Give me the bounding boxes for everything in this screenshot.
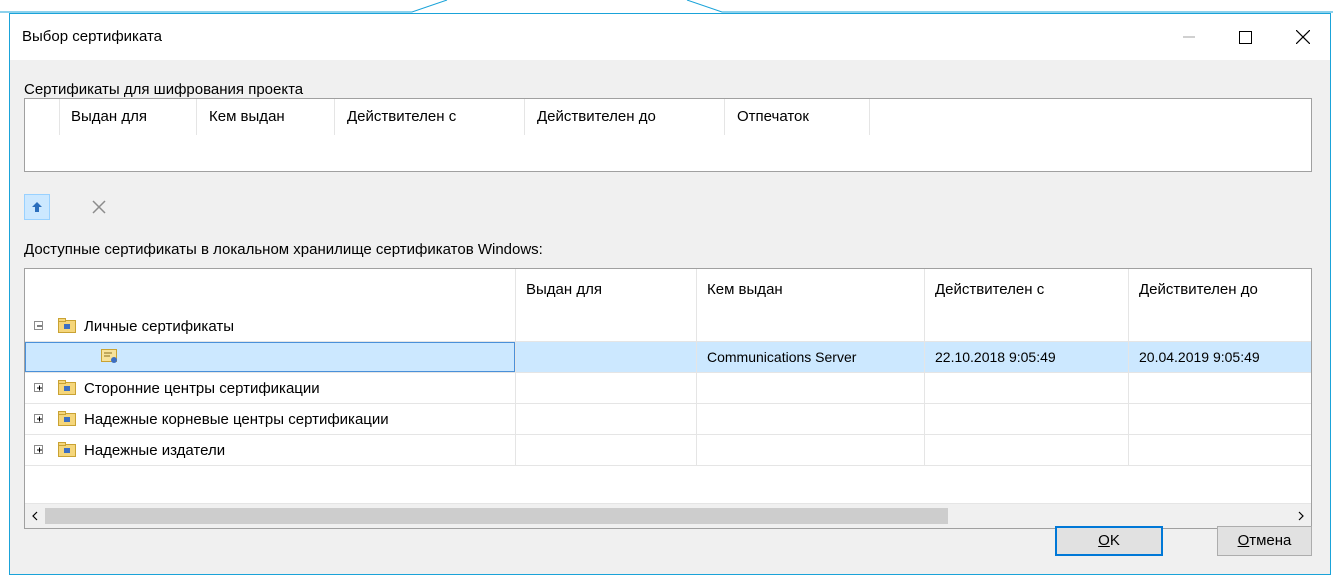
cell-issued-by — [697, 311, 925, 342]
cell-valid-to — [1129, 435, 1311, 466]
ok-label: K — [1109, 532, 1120, 549]
tree-row-third-party-ca[interactable]: Сторонние центры сертификации — [25, 373, 1311, 404]
title-bar: Выбор сертификата — [10, 14, 1330, 60]
cell-issued-to — [516, 404, 697, 435]
close-icon — [1296, 30, 1310, 44]
cell-valid-to: 20.04.2019 9:05:49 — [1129, 342, 1311, 373]
cell-valid-from — [925, 311, 1129, 342]
encryption-section-label: Сертификаты для шифрования проекта — [24, 81, 304, 98]
ok-button[interactable]: OK — [1055, 526, 1163, 556]
arrow-up-icon — [32, 202, 42, 212]
tree-cell: Надежные корневые центры сертификации — [25, 404, 516, 435]
tree-label: Личные сертификаты — [84, 318, 234, 335]
column-header-valid-to[interactable]: Действителен до — [1129, 269, 1311, 311]
column-header-thumbprint[interactable]: Отпечаток — [725, 99, 870, 135]
minimize-icon — [1183, 36, 1195, 38]
remove-button[interactable] — [86, 194, 112, 220]
scroll-right-button[interactable] — [1291, 504, 1311, 528]
cell-valid-to — [1129, 311, 1311, 342]
collapse-icon[interactable] — [34, 321, 43, 330]
tree-row-trusted-publishers[interactable]: Надежные издатели — [25, 435, 1311, 466]
cancel-accelerator: О — [1237, 532, 1250, 549]
column-header-issued-by[interactable]: Кем выдан — [197, 99, 335, 135]
column-header-valid-to[interactable]: Действителен до — [525, 99, 725, 135]
chevron-left-icon — [32, 511, 38, 521]
encryption-certificates-grid[interactable]: Выдан для Кем выдан Действителен с Дейст… — [24, 98, 1312, 172]
tree-cell: Надежные издатели — [25, 435, 516, 466]
horizontal-scrollbar[interactable] — [25, 503, 1311, 528]
tree-label: Надежные корневые центры сертификации — [84, 411, 389, 428]
cell-issued-by: Communications Server — [697, 342, 925, 373]
column-header-valid-from[interactable]: Действителен с — [335, 99, 525, 135]
tree-row-personal[interactable]: Личные сертификаты — [25, 311, 1311, 342]
expand-icon[interactable] — [34, 414, 43, 423]
tree-row-trusted-root-ca[interactable]: Надежные корневые центры сертификации — [25, 404, 1311, 435]
cert-folder-icon — [58, 380, 76, 395]
grid-header-spacer — [25, 99, 60, 135]
cell-valid-from: 22.10.2018 9:05:49 — [925, 342, 1129, 373]
cell-issued-by — [697, 435, 925, 466]
cell-issued-by — [697, 373, 925, 404]
x-icon — [92, 200, 106, 214]
tree-cell: Личные сертификаты — [25, 311, 516, 342]
expand-icon[interactable] — [34, 445, 43, 454]
column-header-issued-by[interactable]: Кем выдан — [697, 269, 925, 311]
cert-folder-icon — [58, 411, 76, 426]
cell-issued-to — [516, 435, 697, 466]
maximize-icon — [1238, 30, 1252, 44]
cell-valid-from — [925, 404, 1129, 435]
close-button[interactable] — [1280, 14, 1326, 60]
cell-issued-by — [697, 404, 925, 435]
cancel-label: тмена — [1249, 532, 1292, 549]
certificate-dialog: Выбор сертификата Сертификаты для шифров… — [9, 13, 1331, 575]
cell-issued-to — [516, 373, 697, 404]
tree-label: Сторонние центры сертификации — [84, 380, 320, 397]
cell-valid-to — [1129, 373, 1311, 404]
tree-cell — [25, 342, 516, 373]
window-title: Выбор сертификата — [22, 28, 163, 45]
minimize-button[interactable] — [1166, 14, 1212, 60]
tree-label: Надежные издатели — [84, 442, 226, 459]
tree-row-certificate[interactable]: Communications Server 22.10.2018 9:05:49… — [25, 342, 1311, 373]
column-header-name[interactable] — [25, 269, 516, 311]
cell-valid-to — [1129, 404, 1311, 435]
cell-valid-from — [925, 435, 1129, 466]
scroll-left-button[interactable] — [25, 504, 45, 528]
cert-folder-icon — [58, 318, 76, 333]
cell-issued-to — [516, 342, 697, 373]
move-up-button[interactable] — [24, 194, 50, 220]
column-header-issued-to[interactable]: Выдан для — [59, 99, 197, 135]
cert-folder-icon — [58, 442, 76, 457]
chevron-right-icon — [1298, 511, 1304, 521]
column-header-valid-from[interactable]: Действителен с — [925, 269, 1129, 311]
cell-valid-from — [925, 373, 1129, 404]
tree-cell: Сторонние центры сертификации — [25, 373, 516, 404]
cell-issued-to — [516, 311, 697, 342]
maximize-button[interactable] — [1222, 14, 1268, 60]
available-section-label: Доступные сертификаты в локальном хранил… — [24, 241, 543, 258]
available-certificates-tree[interactable]: Выдан для Кем выдан Действителен с Дейст… — [24, 268, 1312, 529]
scrollbar-thumb[interactable] — [45, 508, 948, 524]
column-header-issued-to[interactable]: Выдан для — [516, 269, 697, 311]
cancel-button[interactable]: Отмена — [1217, 526, 1312, 556]
certificate-icon — [101, 349, 117, 363]
selection-outline — [25, 342, 515, 372]
ok-accelerator: O — [1098, 532, 1110, 549]
expand-icon[interactable] — [34, 383, 43, 392]
